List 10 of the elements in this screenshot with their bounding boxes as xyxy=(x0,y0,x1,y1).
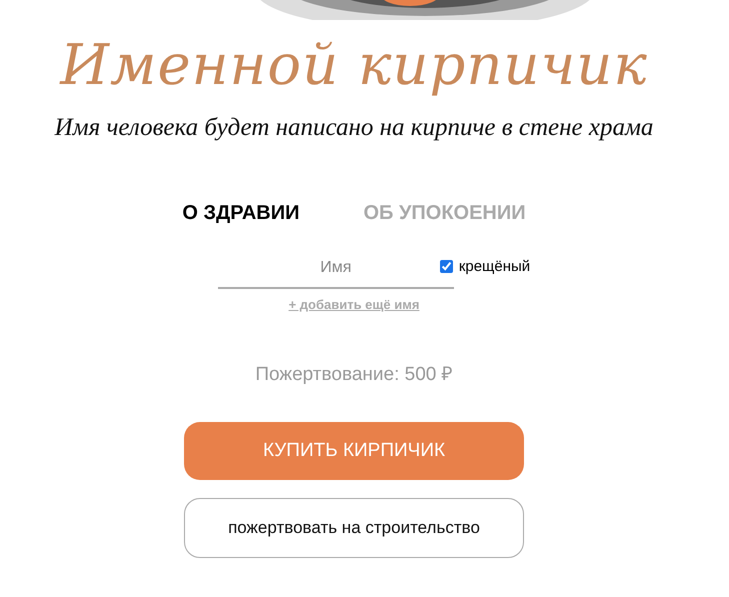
page-title: Именной кирпичик xyxy=(60,32,648,100)
tab[interactable]: ОБ УПОКОЕНИИ xyxy=(363,202,526,225)
donate-button[interactable]: пожертвовать на строительство xyxy=(184,498,524,558)
subtitle: Имя человека будет написано на кирпиче в стене храма xyxy=(54,114,654,142)
donation-amount: Пожертвование: 500 ₽ xyxy=(255,363,453,386)
baptized-checkbox[interactable] xyxy=(440,260,453,272)
checkbox-label: крещёный xyxy=(458,258,530,274)
add-name-link[interactable]: + добавить ещё имя xyxy=(288,297,420,312)
tab[interactable]: О ЗДРАВИИ xyxy=(182,202,300,225)
buy-button[interactable]: КУПИТЬ КИРПИЧИК xyxy=(184,422,524,480)
